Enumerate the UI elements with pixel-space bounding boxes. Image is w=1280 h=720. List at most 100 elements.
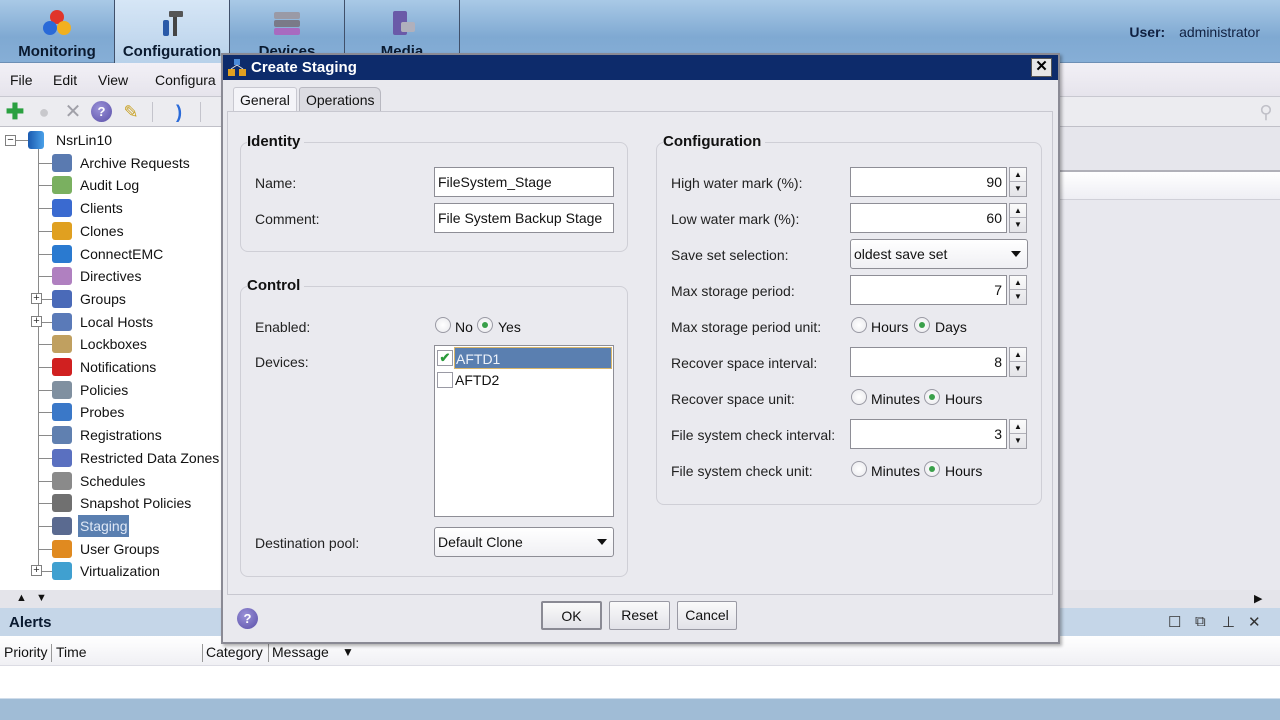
close-icon[interactable]: ✕ [1248, 613, 1261, 631]
nav-tab-label: Monitoring [18, 43, 96, 60]
tree-connector [38, 412, 52, 414]
scroll-down-arrow-icon[interactable]: ▼ [36, 592, 47, 604]
delete-icon[interactable]: ✕ [62, 101, 84, 123]
menu-configuration[interactable]: Configura [155, 72, 216, 88]
tab-operations[interactable]: Operations [299, 87, 382, 111]
tree-node-label: Policies [80, 381, 129, 398]
column-message[interactable]: Message [272, 644, 329, 660]
comment-input[interactable]: File System Backup Stage [434, 203, 614, 233]
help-icon[interactable]: ? [91, 101, 113, 123]
ok-button[interactable]: OK [541, 601, 602, 630]
nav-tab-monitoring[interactable]: Monitoring [0, 0, 115, 63]
recover-unit-minutes-radio[interactable] [851, 389, 867, 405]
column-category[interactable]: Category [206, 644, 263, 660]
fs-check-interval-input[interactable]: 3 [850, 419, 1007, 449]
spin-down-icon[interactable]: ▼ [1010, 362, 1026, 376]
add-icon[interactable]: ✚ [4, 101, 26, 123]
dialog-close-button[interactable]: ✕ [1031, 58, 1052, 77]
tree-connector [38, 253, 52, 255]
pin-icon[interactable]: ⚲ [1255, 101, 1277, 123]
spin-up-icon[interactable]: ▲ [1010, 168, 1026, 182]
device-checkbox[interactable] [437, 372, 453, 388]
enabled-yes-label[interactable]: Yes [498, 319, 521, 335]
spin-down-icon[interactable]: ▼ [1010, 182, 1026, 196]
device-name: AFTD2 [455, 372, 500, 388]
device-checkbox-checked[interactable]: ✔ [437, 350, 453, 366]
scroll-up-arrow-icon[interactable]: ▲ [16, 592, 27, 604]
max-storage-unit-days-label[interactable]: Days [935, 319, 967, 335]
fs-check-unit-minutes-label[interactable]: Minutes [871, 463, 920, 479]
menu-view[interactable]: View [98, 72, 128, 88]
max-storage-unit-days-radio[interactable] [914, 317, 930, 333]
column-menu-caret-icon[interactable]: ▼ [342, 645, 354, 659]
reset-button[interactable]: Reset [609, 601, 670, 630]
spin-up-icon[interactable]: ▲ [1010, 204, 1026, 218]
menu-file[interactable]: File [10, 72, 33, 88]
recover-space-interval-input[interactable]: 8 [850, 347, 1007, 377]
spin-up-icon[interactable]: ▲ [1010, 348, 1026, 362]
menu-edit[interactable]: Edit [53, 72, 77, 88]
maximize-icon[interactable]: ☐ [1168, 613, 1181, 631]
directives-icon [52, 267, 72, 286]
fs-check-unit-minutes-radio[interactable] [851, 461, 867, 477]
spin-down-icon[interactable]: ▼ [1010, 218, 1026, 232]
low-water-mark-input[interactable]: 60 [850, 203, 1007, 233]
enabled-no-label[interactable]: No [455, 319, 473, 335]
tree-connector [38, 208, 52, 210]
pin-icon[interactable]: ⊥ [1222, 613, 1235, 631]
devices-list[interactable]: ✔ AFTD1 AFTD2 [434, 345, 614, 517]
monitoring-icon [43, 10, 71, 35]
collapse-icon[interactable]: − [5, 135, 16, 146]
enabled-no-radio[interactable] [435, 317, 451, 333]
destination-pool-select[interactable]: Default Clone [434, 527, 614, 557]
enabled-yes-radio[interactable] [477, 317, 493, 333]
name-input[interactable]: FileSystem_Stage [434, 167, 614, 197]
tree-node-label: Schedules [80, 472, 146, 489]
column-priority[interactable]: Priority [4, 644, 48, 660]
column-separator[interactable] [202, 644, 203, 662]
cancel-button[interactable]: Cancel [677, 601, 737, 630]
save-set-selection-select[interactable]: oldest save set [850, 239, 1028, 269]
nav-tab-configuration[interactable]: Configuration [115, 0, 230, 63]
scroll-right-arrow-icon[interactable]: ▶ [1254, 592, 1262, 605]
tree-node-label: Virtualization [80, 563, 160, 580]
fs-check-unit-hours-radio[interactable] [924, 461, 940, 477]
tab-general[interactable]: General [233, 87, 297, 111]
max-storage-unit-hours-radio[interactable] [851, 317, 867, 333]
spin-up-icon[interactable]: ▲ [1010, 420, 1026, 434]
help-icon[interactable]: ? [237, 608, 258, 629]
tree-node-label: Archive Requests [80, 154, 190, 171]
notifications-icon [52, 358, 72, 376]
device-item[interactable]: AFTD2 [436, 369, 612, 391]
fs-check-unit-hours-label[interactable]: Hours [945, 463, 982, 479]
tree-connector [16, 140, 28, 141]
restore-icon[interactable]: ⧉ [1195, 613, 1206, 630]
expand-icon[interactable]: + [31, 315, 42, 327]
connectemc-icon [52, 244, 72, 263]
expand-icon[interactable]: + [31, 565, 42, 577]
device-item[interactable]: ✔ AFTD1 [436, 347, 612, 369]
spin-up-icon[interactable]: ▲ [1010, 276, 1026, 290]
column-separator[interactable] [268, 644, 269, 662]
wizard-icon[interactable]: ✎ [120, 101, 142, 123]
staging-icon [52, 516, 72, 535]
properties-icon[interactable]: ● [33, 101, 55, 123]
column-time[interactable]: Time [56, 644, 87, 660]
refresh-icon[interactable]: ) [168, 101, 190, 123]
recover-unit-hours-radio[interactable] [924, 389, 940, 405]
max-storage-unit-hours-label[interactable]: Hours [871, 319, 908, 335]
tree-connector [38, 344, 52, 346]
max-storage-period-input[interactable]: 7 [850, 275, 1007, 305]
high-water-mark-label: High water mark (%): [671, 175, 803, 191]
dialog-title-bar[interactable]: Create Staging ✕ [223, 55, 1058, 80]
column-separator[interactable] [51, 644, 52, 662]
recover-unit-minutes-label[interactable]: Minutes [871, 391, 920, 407]
create-staging-dialog: Create Staging ✕ General Operations Iden… [221, 53, 1060, 644]
identity-group [240, 142, 628, 252]
spin-down-icon[interactable]: ▼ [1010, 434, 1026, 448]
expand-icon[interactable]: + [31, 292, 42, 304]
tree-node-label: ConnectEMC [80, 245, 164, 262]
recover-unit-hours-label[interactable]: Hours [945, 391, 982, 407]
spin-down-icon[interactable]: ▼ [1010, 290, 1026, 304]
high-water-mark-input[interactable]: 90 [850, 167, 1007, 197]
